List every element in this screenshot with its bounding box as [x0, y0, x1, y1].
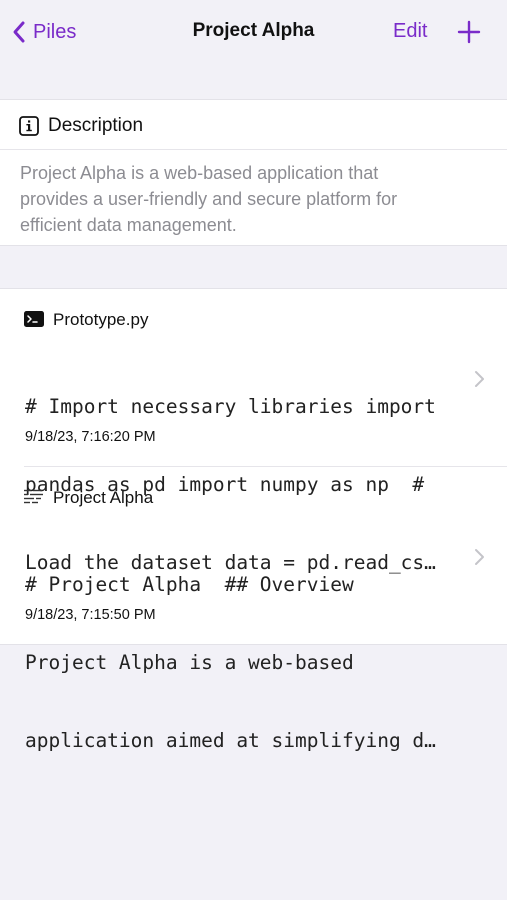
plus-icon: [457, 20, 481, 44]
items-list: Prototype.py # Import necessary librarie…: [0, 288, 507, 752]
item-preview: # Project Alpha ## Overview Project Alph…: [25, 520, 463, 806]
chevron-left-icon: [13, 21, 25, 43]
item-preview-line: # Project Alpha ## Overview: [25, 573, 354, 596]
item-preview-line: application aimed at simplifying d…: [25, 729, 436, 752]
item-preview-line: Project Alpha is a web-based: [25, 651, 354, 674]
description-text: Project Alpha is a web-based application…: [20, 160, 490, 238]
chevron-right-icon: [475, 371, 484, 387]
item-timestamp: 9/18/23, 7:16:20 PM: [25, 429, 156, 445]
item-title: Prototype.py: [53, 310, 149, 329]
list-item[interactable]: Project Alpha # Project Alpha ## Overvie…: [0, 467, 507, 752]
terminal-icon: [24, 311, 44, 327]
add-button[interactable]: [457, 20, 481, 44]
text-lines-icon: [24, 489, 43, 504]
info-icon: [19, 116, 39, 136]
chevron-right-icon: [475, 549, 484, 565]
back-button[interactable]: Piles: [12, 16, 76, 48]
description-header: Description: [0, 100, 507, 150]
description-card: Description Project Alpha is a web-based…: [0, 99, 507, 246]
description-line: efficient data management.: [20, 215, 237, 235]
navigation-bar: Piles Project Alpha Edit: [0, 0, 507, 66]
item-preview-line: # Import necessary libraries import: [25, 395, 436, 418]
back-button-label: Piles: [33, 20, 77, 43]
edit-button[interactable]: Edit: [393, 20, 427, 43]
item-timestamp: 9/18/23, 7:15:50 PM: [25, 607, 156, 623]
description-heading: Description: [48, 115, 144, 136]
item-title: Project Alpha: [53, 488, 154, 507]
list-item[interactable]: Prototype.py # Import necessary librarie…: [0, 289, 507, 574]
description-line: provides a user-friendly and secure plat…: [20, 189, 398, 209]
description-line: Project Alpha is a web-based application…: [20, 163, 379, 183]
